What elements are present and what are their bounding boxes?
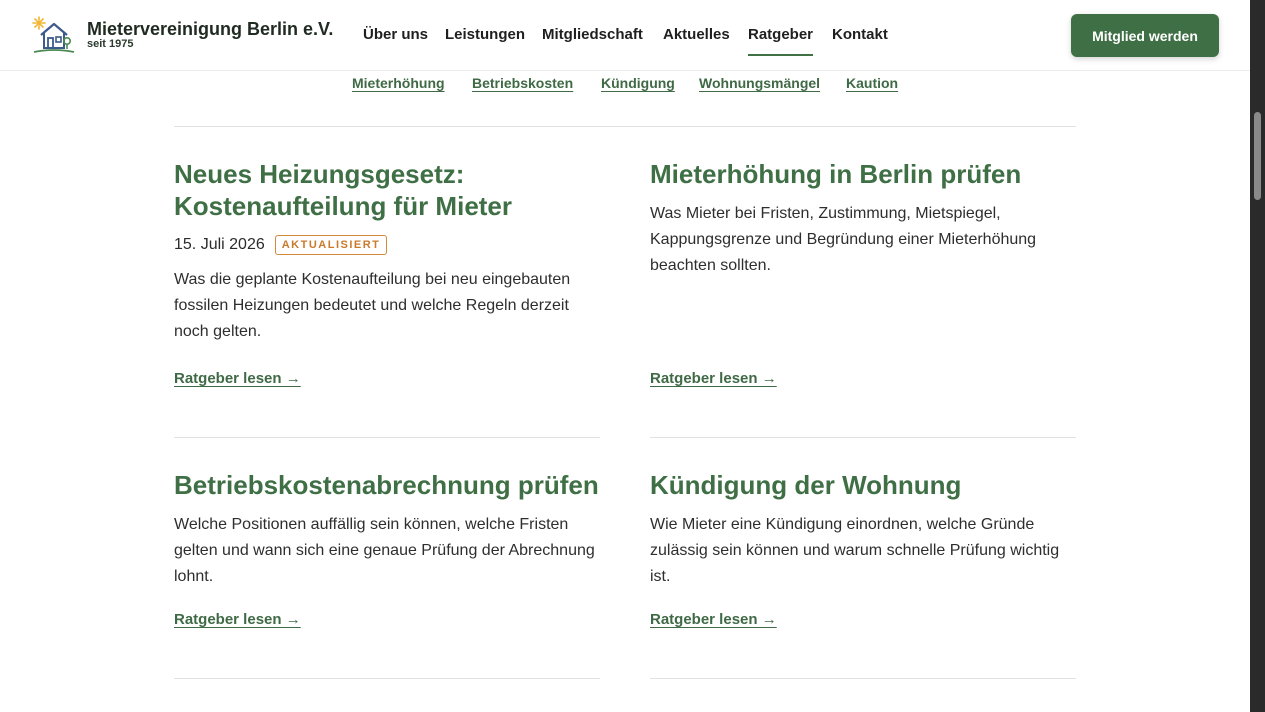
page-scrollbar[interactable] bbox=[1250, 0, 1265, 712]
read-guide-link-kuendigung[interactable]: Ratgeber lesen → bbox=[650, 611, 777, 628]
nav-item-ratgeber[interactable]: Ratgeber bbox=[748, 26, 814, 56]
topic-link-betriebskosten[interactable]: Betriebskosten bbox=[472, 75, 573, 91]
topic-link-mieterhoehung[interactable]: Mieterhöhung bbox=[352, 75, 445, 91]
article-card-betriebskosten: Betriebskostenabrechnung prüfen Welche P… bbox=[174, 469, 604, 590]
article-title[interactable]: Betriebskostenabrechnung prüfen bbox=[174, 469, 604, 501]
updated-badge: AKTUALISIERT bbox=[274, 235, 388, 255]
article-date: 15. Juli 2026 bbox=[174, 236, 265, 253]
article-card-mieterhoehung: Mieterhöhung in Berlin prüfen Was Mieter… bbox=[650, 158, 1076, 279]
card-divider bbox=[174, 437, 600, 438]
article-card-kuendigung: Kündigung der Wohnung Wie Mieter eine Kü… bbox=[650, 469, 1076, 590]
article-description: Was die geplante Kostenaufteilung bei ne… bbox=[174, 271, 571, 340]
article-title[interactable]: Kündigung der Wohnung bbox=[650, 469, 1076, 501]
card-divider bbox=[650, 437, 1076, 438]
topic-link-kuendigung[interactable]: Kündigung bbox=[601, 75, 675, 91]
article-description: Welche Positionen auffällig sein können,… bbox=[174, 516, 595, 585]
brand-logo-link[interactable]: Mietervereinigung Berlin e.V. seit 1975 bbox=[32, 16, 334, 56]
topic-links: Mieterhöhung Betriebskosten Kündigung Wo… bbox=[0, 75, 1250, 93]
nav-item-mitgliedschaft[interactable]: Mitgliedschaft bbox=[542, 26, 643, 43]
topic-link-kaution[interactable]: Kaution bbox=[846, 75, 898, 91]
read-guide-link-betriebskosten[interactable]: Ratgeber lesen → bbox=[174, 611, 301, 628]
article-title[interactable]: Neues Heizungsgesetz: Kostenaufteilung fü… bbox=[174, 158, 600, 222]
scrollbar-thumb[interactable] bbox=[1254, 112, 1261, 200]
article-description: Was Mieter bei Fristen, Zustimmung, Miet… bbox=[650, 205, 1037, 274]
nav-item-leistungen[interactable]: Leistungen bbox=[445, 26, 525, 43]
brand-name: Mietervereinigung Berlin e.V. bbox=[87, 19, 334, 39]
article-description: Wie Mieter eine Kündigung einordnen, wel… bbox=[650, 516, 1060, 585]
card-divider bbox=[174, 678, 600, 679]
brand-tagline: seit 1975 bbox=[87, 38, 134, 50]
article-title[interactable]: Mieterhöhung in Berlin prüfen bbox=[650, 158, 1076, 190]
section-divider bbox=[174, 126, 1076, 127]
nav-item-kontakt[interactable]: Kontakt bbox=[832, 26, 888, 43]
card-divider bbox=[650, 678, 1076, 679]
house-sun-icon bbox=[32, 16, 75, 53]
nav-item-ueber-uns[interactable]: Über uns bbox=[363, 26, 428, 43]
nav-item-aktuelles[interactable]: Aktuelles bbox=[663, 26, 730, 43]
become-member-button[interactable]: Mitglied werden bbox=[1071, 14, 1219, 57]
topic-link-wohnungsmaengel[interactable]: Wohnungsmängel bbox=[699, 75, 820, 91]
article-card-heizungsgesetz: Neues Heizungsgesetz: Kostenaufteilung fü… bbox=[174, 158, 600, 345]
read-guide-link-mieterhoehung[interactable]: Ratgeber lesen → bbox=[650, 370, 777, 387]
site-header: Mietervereinigung Berlin e.V. seit 1975 … bbox=[0, 0, 1250, 71]
read-guide-link-heizungsgesetz[interactable]: Ratgeber lesen → bbox=[174, 370, 301, 387]
article-meta: 15. Juli 2026 AKTUALISIERT bbox=[174, 234, 600, 256]
